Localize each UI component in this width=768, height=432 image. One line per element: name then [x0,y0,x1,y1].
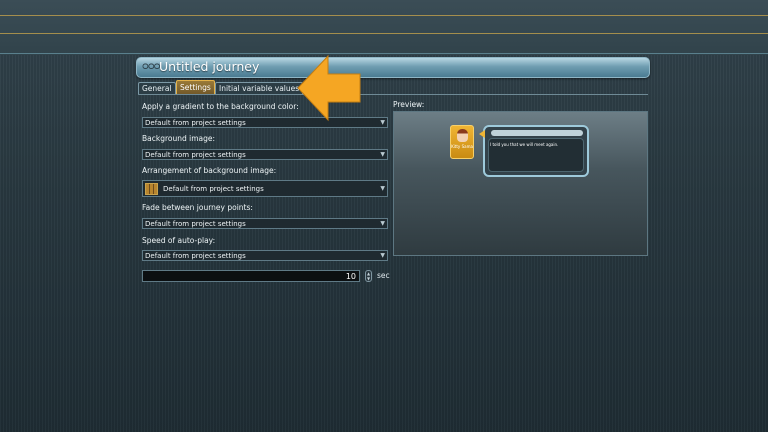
stepper-down-icon[interactable]: ▼ [366,276,371,281]
duration-unit: sec [377,271,390,280]
background-image-select-value: Default from project settings [145,151,246,159]
dialog-header-bar [491,130,583,136]
background-image-label: Background image: [142,134,216,143]
duration-value: 10 [345,272,356,281]
character-avatar: Kitty Sama [450,125,474,159]
chevron-down-icon: ▼ [380,252,385,259]
chevron-down-icon: ▼ [380,119,385,126]
duration-stepper[interactable]: ▲ ▼ [365,270,372,282]
autoplay-speed-select-value: Default from project settings [145,252,246,260]
arrangement-select-value: Default from project settings [163,185,264,193]
chevron-down-icon: ▼ [380,151,385,158]
fade-select[interactable]: Default from project settings ▼ [142,218,388,229]
background-image-select[interactable]: Default from project settings ▼ [142,149,388,160]
autoplay-speed-label: Speed of auto-play: [142,236,216,245]
chevron-down-icon: ▼ [380,220,385,227]
arrangement-select[interactable]: Default from project settings ▼ [142,180,388,197]
gradient-label: Apply a gradient to the background color… [142,102,299,111]
character-name: Kitty Sama [451,144,473,149]
duration-input[interactable]: 10 [142,270,360,282]
dialog-text: I told you that we will meet again. [490,142,559,147]
window-title-bar: ᴑᴑᴑ Untitled journey [136,57,650,78]
gradient-select-value: Default from project settings [145,119,246,127]
divider-line [0,53,768,54]
bubble-pointer-icon [479,130,485,138]
tab-underline [138,94,648,95]
tab-settings[interactable]: Settings [176,80,215,95]
dialog-bubble: I told you that we will meet again. [479,125,589,177]
arrangement-label: Arrangement of background image: [142,166,277,175]
autoplay-speed-select[interactable]: Default from project settings ▼ [142,250,388,261]
divider-line [0,15,768,16]
divider-line [0,33,768,34]
top-band [0,0,768,55]
arrangement-swatch-icon [145,183,158,195]
character-face-icon [457,129,468,142]
window-title: Untitled journey [159,59,260,74]
fade-select-value: Default from project settings [145,220,246,228]
chevron-down-icon: ▼ [380,185,385,192]
journey-icon: ᴑᴑᴑ [142,61,161,72]
pointer-arrow-icon [297,54,361,122]
preview-pane: Kitty Sama I told you that we will meet … [393,111,648,256]
fade-label: Fade between journey points: [142,203,253,212]
preview-label: Preview: [393,100,425,109]
